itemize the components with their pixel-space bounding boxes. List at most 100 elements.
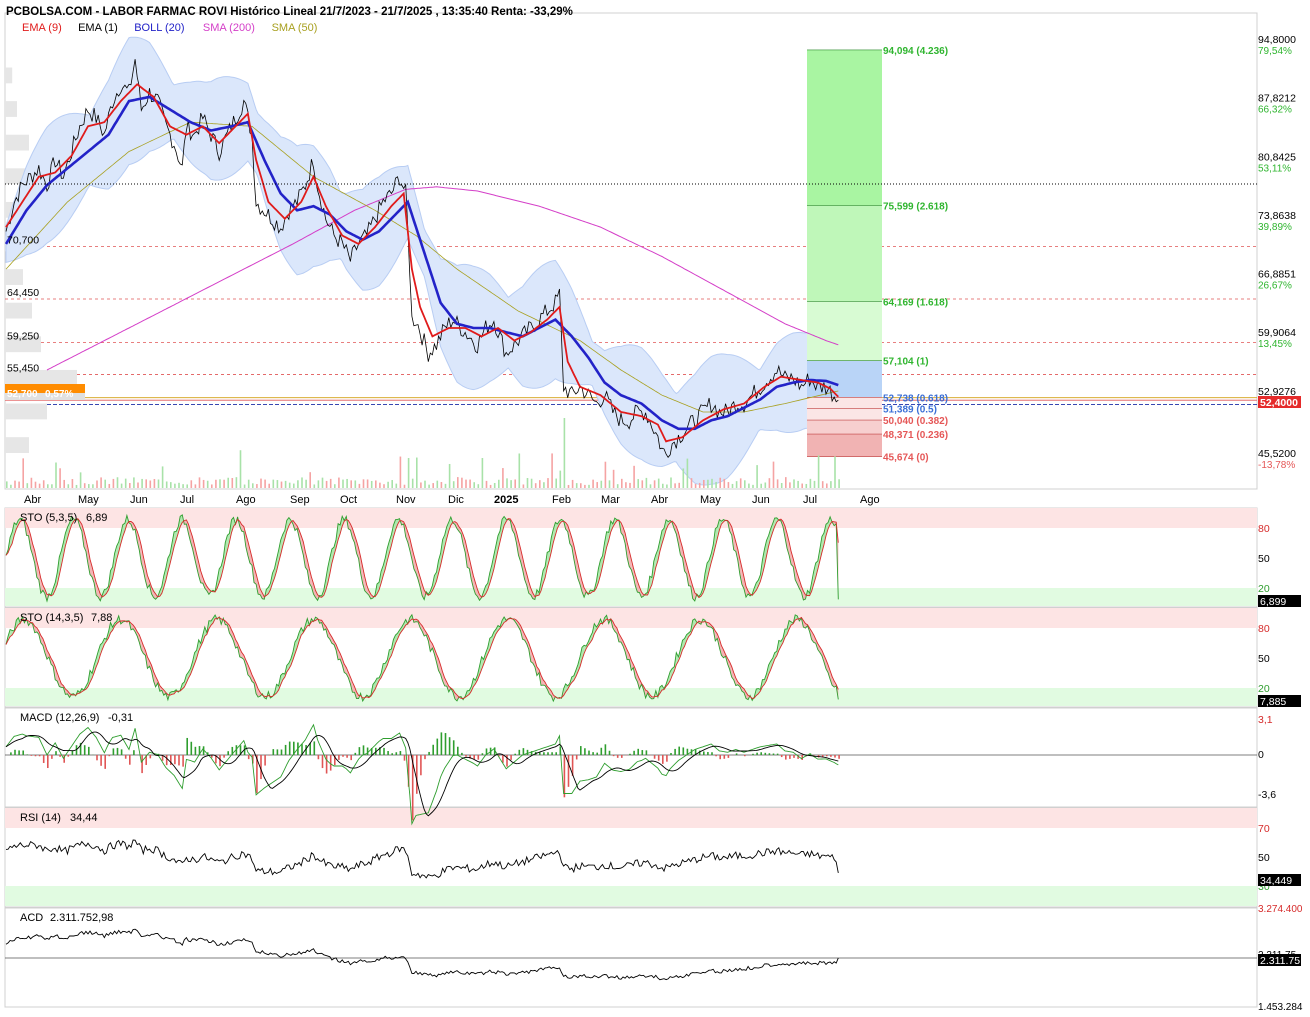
macd-bar xyxy=(88,747,90,755)
volume-bar xyxy=(568,485,570,488)
time-axis: AbrMayJunJulAgoSepOctNovDic2025FebMarAbr… xyxy=(24,494,880,506)
rsi-title: RSI (14) xyxy=(20,812,61,824)
macd-bar xyxy=(637,749,639,755)
volume-bar xyxy=(182,484,184,488)
macd-bar xyxy=(461,753,463,755)
macd-bar xyxy=(84,745,86,755)
volume-bar xyxy=(326,481,328,488)
x-label-14: Jun xyxy=(752,494,770,506)
volume-bar xyxy=(215,480,217,488)
volume-bar xyxy=(223,480,225,488)
macd-bar xyxy=(174,755,176,764)
volume-bar xyxy=(199,477,201,488)
macd-bar xyxy=(580,746,582,755)
volume-bar xyxy=(154,479,156,488)
fib-zone-2 xyxy=(807,301,882,360)
macd-bar xyxy=(510,755,512,760)
volume-bar xyxy=(621,479,623,488)
volume-bar xyxy=(629,483,631,488)
volume-bar xyxy=(432,483,434,488)
macd-bar xyxy=(43,755,45,763)
volume-bar xyxy=(252,483,254,488)
volume-bar xyxy=(400,457,402,488)
volume-bar xyxy=(613,470,615,488)
axis-pct-3: 39,89% xyxy=(1258,222,1292,233)
volume-bar xyxy=(166,481,168,488)
macd-bar xyxy=(59,755,61,757)
sto1-axis-80: 80 xyxy=(1258,523,1270,535)
volume-bar xyxy=(490,485,492,488)
sto2-value: 7,88 xyxy=(91,612,112,624)
x-label-12: Abr xyxy=(651,494,668,506)
macd-bar xyxy=(14,750,16,755)
macd-panel-frame xyxy=(5,708,1257,807)
macd-bar xyxy=(596,753,598,755)
macd-bar xyxy=(350,755,352,760)
legend-item-2: BOLL (20) xyxy=(134,22,184,34)
volume-bar xyxy=(457,477,459,488)
volume-bar xyxy=(68,484,70,488)
macd-bar xyxy=(96,755,98,760)
axis-pct-4: 26,67% xyxy=(1258,281,1292,292)
macd-bar xyxy=(31,755,33,756)
volume-bar xyxy=(756,465,758,488)
macd-bar xyxy=(248,755,250,759)
volume-bar xyxy=(814,481,816,488)
macd-bar xyxy=(654,755,656,759)
volume-bar xyxy=(158,480,160,488)
volume-bar xyxy=(289,483,291,488)
macd-bar xyxy=(588,751,590,755)
acd-axis-top: 3.274.400 xyxy=(1258,904,1303,915)
x-label-2: Jun xyxy=(130,494,148,506)
volume-bar xyxy=(633,466,635,488)
volume-bar xyxy=(72,479,74,488)
macd-bar xyxy=(736,753,738,755)
volume-bar xyxy=(449,464,451,488)
volume-bar xyxy=(416,458,418,488)
volume-bar xyxy=(318,480,320,488)
volume-bar xyxy=(232,478,234,488)
macd-bar xyxy=(51,755,53,759)
volume-bar xyxy=(728,482,730,488)
macd-bar xyxy=(113,748,115,755)
volume-bar xyxy=(560,471,562,488)
volume-bar xyxy=(617,484,619,488)
macd-bar xyxy=(359,747,361,755)
volume-bar xyxy=(527,478,529,488)
volume-bar xyxy=(125,479,127,488)
volume-bar xyxy=(674,483,676,488)
fib-label-7: 48,371 (0.236) xyxy=(883,430,948,441)
volume-bar xyxy=(14,481,16,488)
volume-bar xyxy=(363,479,365,488)
volume-bar xyxy=(273,480,275,488)
volume-bar xyxy=(765,482,767,488)
sto1-title: STO (5,3,5) xyxy=(20,512,77,524)
volume-bar xyxy=(141,479,143,488)
x-label-3: Jul xyxy=(180,494,194,506)
axis-pct-1: 66,32% xyxy=(1258,105,1292,116)
volume-bar xyxy=(121,484,123,488)
macd-bar xyxy=(338,755,340,760)
stock-chart: 94,094 (4.236)75,599 (2.618)64,169 (1.61… xyxy=(0,0,1310,1012)
level-label-3: 55,450 xyxy=(7,363,39,375)
volume-bar xyxy=(59,468,61,488)
volume-bar xyxy=(683,468,685,488)
volume-bar xyxy=(322,478,324,488)
macd-bar xyxy=(22,751,24,755)
macd-bar xyxy=(100,755,102,766)
axis-pct-0: 79,54% xyxy=(1258,46,1292,57)
macd-bar xyxy=(666,755,668,762)
volume-bar xyxy=(478,484,480,488)
fib-zone-5 xyxy=(807,420,882,434)
macd-bar xyxy=(264,755,266,766)
volume-bar xyxy=(441,482,443,488)
volume-bar xyxy=(789,482,791,488)
macd-bar xyxy=(482,753,484,755)
macd-bar xyxy=(473,755,475,759)
macd-bar xyxy=(519,750,521,755)
fib-label-6: 50,040 (0.382) xyxy=(883,416,948,427)
volume-bar xyxy=(219,479,221,488)
volume-bar xyxy=(752,485,754,488)
macd-bar xyxy=(318,755,320,759)
volume-bar xyxy=(113,479,115,488)
